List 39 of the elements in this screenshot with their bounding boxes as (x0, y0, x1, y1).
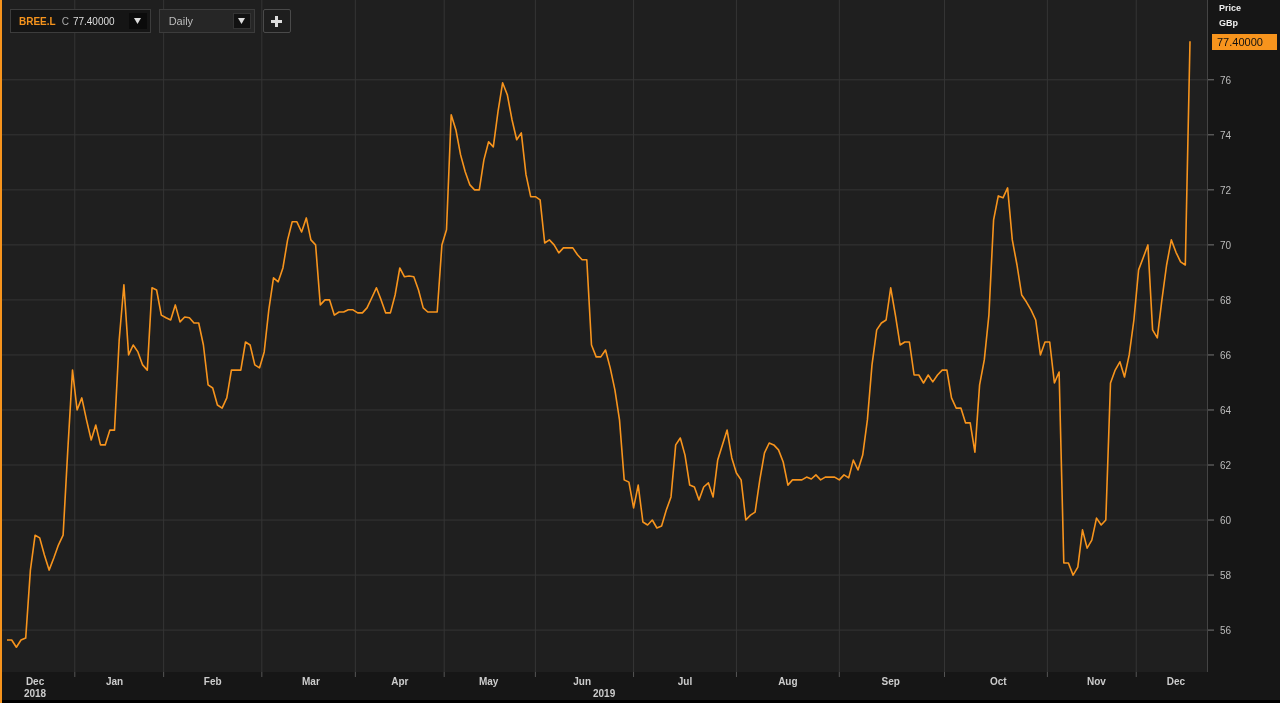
axis-label: Feb (203, 676, 222, 687)
year-label: 2019 (593, 688, 616, 699)
symbol-label: BREE.L (19, 15, 56, 27)
axis-label: Apr (391, 676, 409, 687)
axis-label: Oct (989, 676, 1007, 687)
interval-dropdown[interactable]: Daily (158, 9, 255, 33)
axis-label: 62 (1220, 460, 1232, 471)
axis-label: Nov (1087, 676, 1106, 687)
quote-value: 77.40000 (72, 15, 115, 27)
axis-label: 74 (1220, 129, 1232, 141)
dropdown-button[interactable] (128, 13, 147, 29)
caret-icon (238, 18, 246, 24)
plus-icon (271, 15, 283, 27)
axis-label: 68 (1220, 294, 1232, 306)
axis-label: 56 (1220, 625, 1232, 637)
year-label: 2018 (23, 688, 47, 699)
axis-label: 66 (1220, 349, 1232, 361)
axis-label: 64 (1220, 405, 1232, 416)
axis-label: Dec (25, 676, 45, 687)
symbol-selector[interactable]: BREE.L C 77.40000 (10, 9, 151, 33)
axis-label: May (478, 676, 499, 687)
axis-label: 58 (1220, 570, 1232, 582)
axis-label: Sep (881, 676, 900, 687)
axis-label: 72 (1220, 184, 1232, 196)
axis-label: Jun (573, 676, 592, 687)
add-button[interactable] (262, 9, 291, 33)
quote-label: C (61, 15, 69, 27)
axis-label: 76 (1220, 74, 1232, 86)
unit-label: GBp (1219, 18, 1238, 28)
caret-icon (134, 18, 142, 24)
last-price-badge: 77.40000 (1212, 34, 1277, 50)
axis-label: 70 (1220, 239, 1232, 251)
axis-label: Jul (677, 676, 693, 687)
axis-label: Mar (302, 676, 320, 687)
axis-label: Aug (778, 676, 798, 687)
axis-label: Jan (105, 676, 124, 687)
axis-label: Dec (1166, 676, 1186, 687)
axis-label: 60 (1220, 515, 1232, 527)
axis-title: Price (1219, 3, 1242, 13)
